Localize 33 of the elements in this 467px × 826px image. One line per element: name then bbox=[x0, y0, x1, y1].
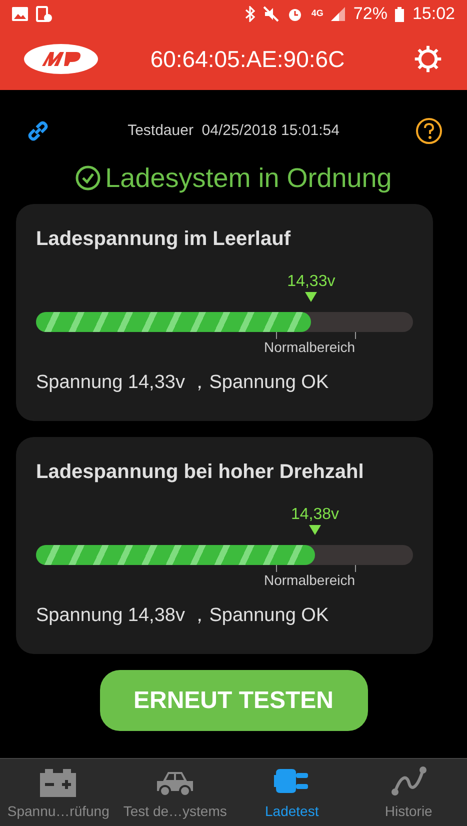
clock: 15:02 bbox=[412, 3, 455, 26]
card-title: Ladespannung bei hoher Drehzahl bbox=[36, 460, 365, 485]
nav-tab[interactable]: Test de…ystems bbox=[116, 759, 234, 826]
range-label: Normalbereich bbox=[264, 572, 356, 590]
result-status: Ladesystem in Ordnung bbox=[105, 162, 392, 195]
help-icon[interactable] bbox=[415, 117, 443, 145]
marker-icon bbox=[308, 524, 321, 534]
car-icon bbox=[155, 769, 196, 797]
marker-icon bbox=[305, 292, 318, 302]
nav-tab[interactable]: Historie bbox=[350, 759, 467, 826]
battery-icon bbox=[40, 769, 76, 797]
battery-percent: 72% bbox=[353, 3, 388, 26]
voltage-reading: 14,38v bbox=[290, 504, 339, 524]
app-title: 60:64:05:AE:90:6C bbox=[149, 44, 346, 74]
curve-icon bbox=[390, 765, 427, 797]
battery-status-icon bbox=[395, 6, 404, 22]
screenshot-icon bbox=[36, 6, 52, 22]
voltage-summary: Spannung 14,33v ，Spannung OK bbox=[36, 370, 330, 394]
nav-tab[interactable]: Ladetest bbox=[234, 759, 350, 826]
alarm-icon bbox=[287, 6, 304, 22]
voltage-reading: 14,33v bbox=[287, 272, 336, 292]
signal-icon bbox=[331, 7, 346, 21]
settings-icon[interactable] bbox=[413, 44, 443, 74]
network-type: 4G bbox=[311, 7, 324, 20]
bluetooth-icon bbox=[245, 6, 256, 22]
test-duration: Testdauer 04/25/2018 15:01:54 bbox=[126, 120, 340, 141]
voltage-summary: Spannung 14,38v ，Spannung OK bbox=[36, 604, 330, 628]
image-icon bbox=[12, 7, 28, 21]
card-title: Ladespannung im Leerlauf bbox=[36, 227, 292, 252]
mute-icon bbox=[263, 6, 280, 22]
range-label: Normalbereich bbox=[264, 339, 356, 356]
retest-button[interactable]: ERNEUT TESTEN bbox=[100, 670, 368, 731]
nav-tab[interactable]: Spannu…rüfung bbox=[0, 759, 117, 826]
